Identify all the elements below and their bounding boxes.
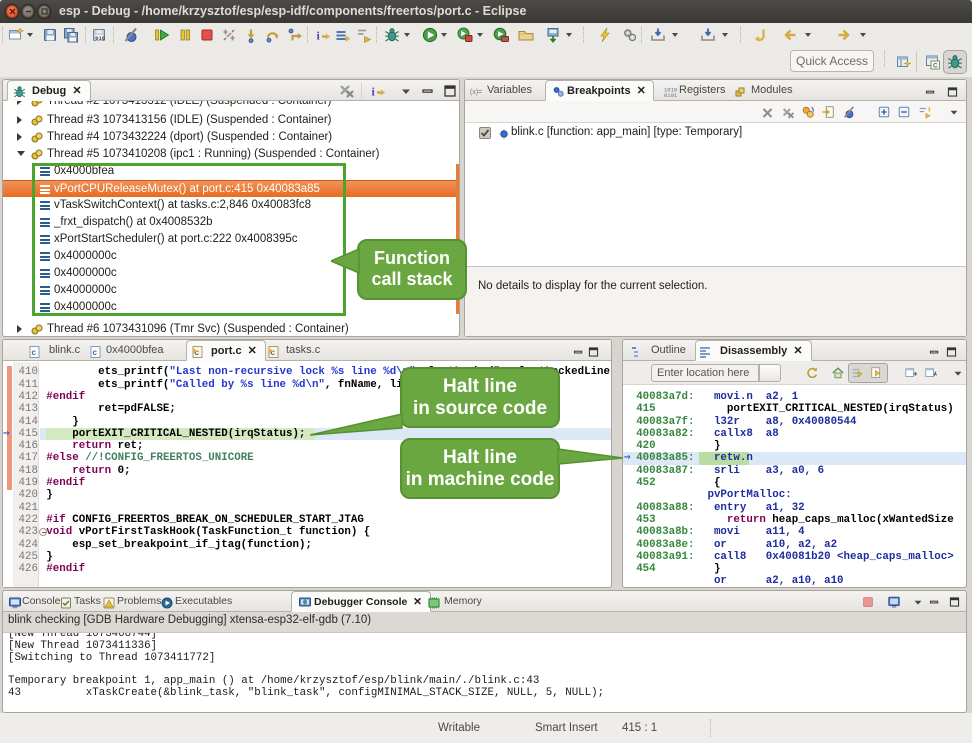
svg-text:(x)=: (x)=: [470, 89, 482, 96]
svg-text:i: i: [317, 29, 321, 43]
svg-text:c: c: [93, 348, 98, 357]
svg-text:c: c: [32, 348, 37, 357]
svg-text:c: c: [195, 348, 200, 357]
svg-text:c: c: [271, 348, 276, 357]
svg-text:010: 010: [95, 35, 105, 42]
svg-text:0101: 0101: [664, 92, 677, 98]
svg-text:C: C: [933, 63, 938, 70]
svg-text:i: i: [372, 85, 376, 99]
